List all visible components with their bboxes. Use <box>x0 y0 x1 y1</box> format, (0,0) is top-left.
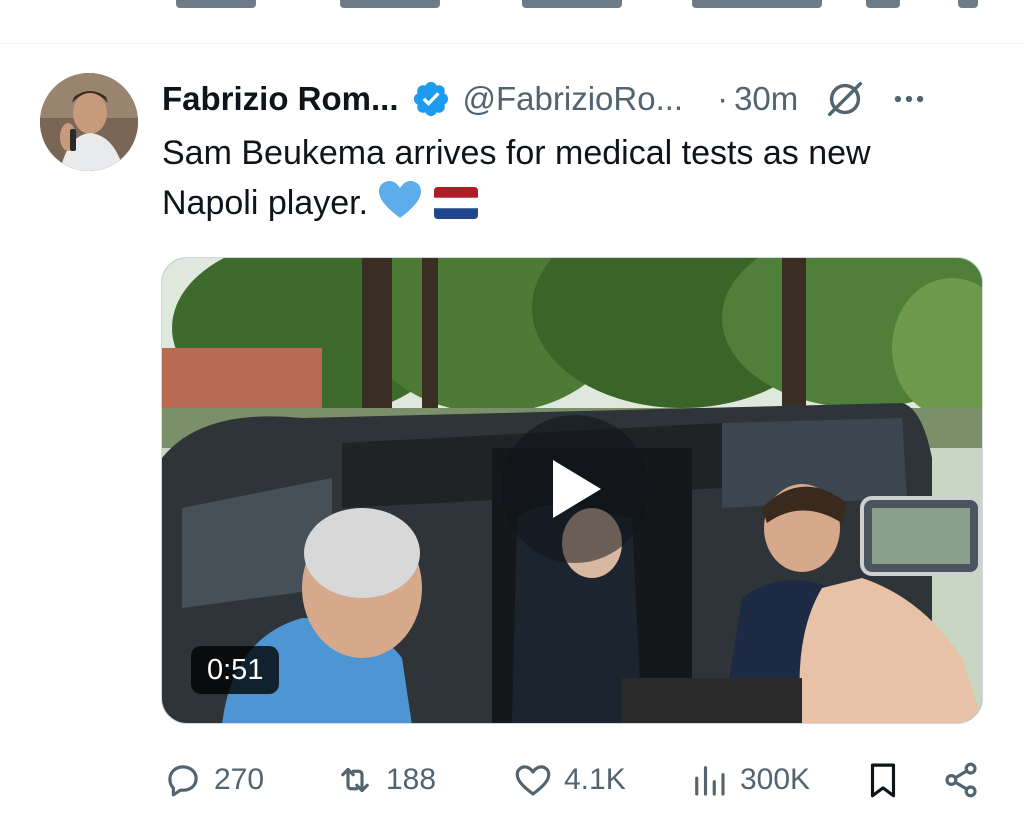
like-button[interactable]: 4.1K <box>512 752 626 808</box>
views-count: 300K <box>740 763 811 796</box>
author-name[interactable]: Fabrizio Rom... <box>162 80 399 118</box>
more-horizontal-icon[interactable] <box>890 80 928 118</box>
tweet-text: Sam Beukema arrives for medical tests as… <box>162 128 962 228</box>
tweet-timestamp[interactable]: 30m <box>734 80 798 118</box>
bookmark-icon <box>870 763 896 798</box>
like-icon <box>515 765 551 796</box>
play-button[interactable] <box>501 415 649 563</box>
play-icon <box>553 460 601 518</box>
tweet-action-bar: 270 188 4.1K 300K <box>162 752 984 808</box>
separator-dot: · <box>717 80 729 117</box>
grok-icon[interactable] <box>822 76 868 122</box>
repost-icon <box>341 767 369 793</box>
views-icon <box>695 766 725 796</box>
video-duration-badge: 0:51 <box>191 646 280 694</box>
like-count: 4.1K <box>564 763 626 796</box>
repost-button[interactable]: 188 <box>334 752 436 808</box>
blue-heart-emoji-icon <box>379 181 422 218</box>
netherlands-flag-emoji-icon <box>433 187 478 219</box>
reply-count: 270 <box>214 763 265 796</box>
repost-count: 188 <box>386 763 437 796</box>
author-handle[interactable]: @FabrizioRo... <box>463 80 684 118</box>
previous-tweet-action-bar <box>0 0 1024 16</box>
views-button[interactable]: 300K <box>688 752 810 808</box>
tweet-header: Fabrizio Rom... @FabrizioRo... · 30m <box>162 76 984 122</box>
verified-badge-icon <box>413 81 448 117</box>
tweet-body: Sam Beukema arrives for medical tests as… <box>162 134 871 222</box>
tweet-video[interactable]: 0:51 <box>161 257 983 724</box>
reply-icon <box>168 765 198 797</box>
share-button[interactable] <box>940 752 982 808</box>
tweet-divider <box>0 43 1024 44</box>
author-avatar[interactable] <box>40 73 138 171</box>
reply-button[interactable]: 270 <box>162 752 264 808</box>
bookmark-button[interactable] <box>862 752 904 808</box>
share-icon <box>945 762 977 798</box>
